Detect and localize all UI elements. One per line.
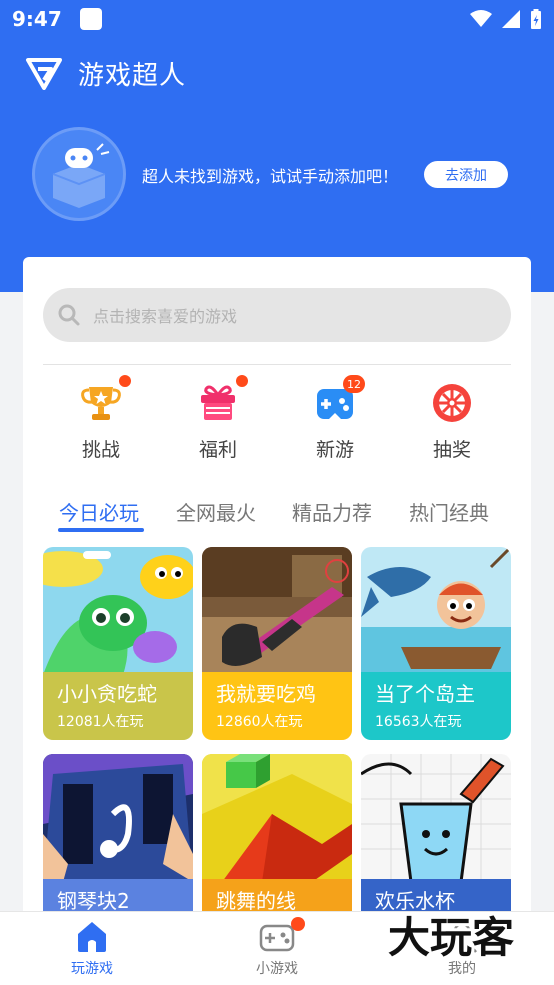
active-tab-indicator bbox=[58, 528, 144, 532]
divider bbox=[43, 364, 511, 365]
empty-box-icon bbox=[32, 127, 126, 221]
gamepad-icon bbox=[259, 924, 295, 952]
status-bar: 9:47 bbox=[0, 0, 554, 38]
signal-icon bbox=[502, 10, 520, 28]
gift-icon bbox=[201, 385, 235, 420]
add-game-button[interactable]: 去添加 bbox=[424, 161, 508, 188]
empty-state-message: 超人未找到游戏，试试手动添加吧！ bbox=[142, 167, 399, 186]
game-card[interactable]: 当了个岛主 16563人在玩 bbox=[361, 547, 511, 740]
tab-recommended[interactable]: 精品力荐 bbox=[292, 497, 372, 526]
nav-play-games[interactable]: 玩游戏 bbox=[42, 920, 142, 978]
tab-today-must-play[interactable]: 今日必玩 bbox=[59, 497, 139, 526]
game-thumbnail bbox=[361, 754, 511, 882]
nav-label: 小游戏 bbox=[256, 961, 298, 977]
welfare-badge bbox=[236, 375, 248, 387]
search-placeholder: 点击搜索喜爱的游戏 bbox=[93, 307, 238, 326]
trophy-icon bbox=[81, 387, 121, 420]
game-info-band: 当了个岛主 16563人在玩 bbox=[361, 672, 511, 740]
game-thumbnail bbox=[202, 547, 352, 675]
game-info-band: 小小贪吃蛇 12081人在玩 bbox=[43, 672, 193, 740]
nav-mini-games[interactable]: 小游戏 bbox=[227, 917, 327, 978]
game-player-count: 12860人在玩 bbox=[216, 714, 303, 730]
app-logo-icon bbox=[26, 57, 62, 90]
quick-action-label: 抽奖 bbox=[432, 439, 471, 461]
quick-action-welfare[interactable]: 福利 bbox=[178, 375, 258, 462]
app-header: 游戏超人 bbox=[24, 55, 186, 92]
tab-hottest[interactable]: 全网最火 bbox=[176, 497, 256, 526]
mini-games-badge bbox=[291, 917, 305, 931]
game-title: 欢乐水杯 bbox=[375, 889, 455, 913]
game-thumbnail bbox=[43, 754, 193, 882]
svg-text:大玩客: 大玩客 bbox=[388, 913, 514, 962]
quick-action-label: 新游 bbox=[315, 439, 354, 461]
quick-action-new-games[interactable]: 12 新游 bbox=[295, 375, 375, 462]
game-card[interactable]: 小小贪吃蛇 12081人在玩 bbox=[43, 547, 193, 740]
game-thumbnail bbox=[361, 547, 511, 675]
watermark-logo: 大玩客 大玩客 bbox=[366, 912, 536, 962]
new-games-count-badge: 12 bbox=[343, 375, 365, 393]
home-icon bbox=[78, 922, 106, 952]
game-info-band: 我就要吃鸡 12860人在玩 bbox=[202, 672, 352, 740]
search-icon bbox=[58, 304, 80, 326]
game-thumbnail bbox=[202, 754, 352, 882]
game-player-count: 12081人在玩 bbox=[57, 714, 144, 730]
challenge-badge bbox=[119, 375, 131, 387]
main-card: 点击搜索喜爱的游戏 挑战 福利 12 新游 抽奖 今日必玩 全网最火 精品力荐 … bbox=[23, 257, 531, 957]
battery-icon bbox=[531, 9, 541, 29]
game-title: 小小贪吃蛇 bbox=[57, 682, 157, 706]
status-time: 9:47 bbox=[12, 7, 62, 31]
app-title: 游戏超人 bbox=[78, 61, 187, 91]
empty-state: 超人未找到游戏，试试手动添加吧！ 去添加 bbox=[32, 127, 512, 223]
game-card[interactable]: 我就要吃鸡 12860人在玩 bbox=[202, 547, 352, 740]
game-title: 钢琴块2 bbox=[57, 889, 130, 913]
game-title: 跳舞的线 bbox=[216, 889, 296, 913]
wifi-icon bbox=[470, 10, 492, 27]
game-title: 我就要吃鸡 bbox=[216, 682, 316, 706]
notification-icon bbox=[79, 8, 102, 30]
quick-action-lottery[interactable]: 抽奖 bbox=[412, 381, 492, 462]
game-title: 当了个岛主 bbox=[375, 682, 475, 706]
search-bar[interactable]: 点击搜索喜爱的游戏 bbox=[43, 288, 511, 342]
quick-action-label: 挑战 bbox=[81, 439, 120, 461]
tab-classics[interactable]: 热门经典 bbox=[409, 497, 489, 526]
quick-action-label: 福利 bbox=[198, 439, 237, 461]
nav-label: 玩游戏 bbox=[71, 961, 113, 977]
quick-action-challenge[interactable]: 挑战 bbox=[61, 375, 141, 462]
game-thumbnail bbox=[43, 547, 193, 675]
lottery-wheel-icon bbox=[433, 384, 471, 422]
game-player-count: 16563人在玩 bbox=[375, 714, 462, 730]
